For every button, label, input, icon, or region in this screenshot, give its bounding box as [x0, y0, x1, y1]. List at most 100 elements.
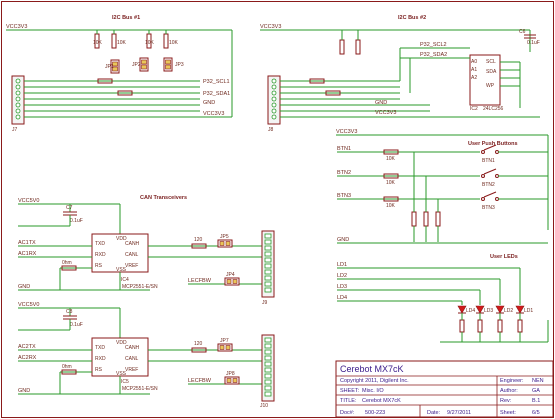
net-label-ld4: LD4 [337, 295, 347, 301]
resistor-value-label: 120 [194, 341, 203, 347]
can-chip-label: MCP2551-E/SN [122, 284, 158, 290]
connector-j10-label: J10 [260, 403, 268, 409]
net-label-lecfbw-can1: LECFBW [188, 278, 212, 284]
net-label-ac2rx: AC2RX [18, 355, 37, 361]
resistor-icon [111, 33, 117, 49]
i2c-bus-2-header: I2C Bus #2 [398, 15, 426, 21]
title-block-author-value: GA [532, 388, 540, 394]
capacitor-c8-value: 0.1uF [70, 322, 83, 328]
resistor-value-label: 10K [169, 40, 179, 46]
net-label-vcc5v0-can1: VCC5V0 [18, 198, 39, 204]
resistor-icon [355, 39, 361, 55]
j7-bus-wires [24, 30, 233, 118]
resistor-value-label: 10K [386, 203, 396, 209]
resistor-value-label: 0hm [62, 260, 72, 266]
pin-label: A0 [471, 59, 477, 65]
title-block: Cerebot MX7cK Copyright 2011, Digilent I… [335, 360, 554, 418]
can-ic-label: IC4 [121, 277, 129, 283]
eeprom-ic-label: IC2 [470, 106, 478, 112]
jumper-label: JP3 [175, 62, 184, 68]
net-label-p32-scl1: P32_SCL1 [203, 79, 230, 85]
pin-label: CANL [125, 356, 139, 362]
resistor-value-label: 10K [145, 40, 155, 46]
net-label-vcc3v3-top-left: VCC3V3 [6, 24, 27, 30]
connector-j8-label: J8 [268, 127, 274, 133]
i2c1-pullup-resistors: 10K 10K 10K 10K [93, 30, 179, 49]
net-label-p32-sda2: P32_SDA2 [420, 52, 447, 58]
net-label-vcc3v3-buttons: VCC3V3 [336, 129, 357, 135]
title-block-engineer-value: NEN [532, 378, 544, 384]
user-leds-header: User LEDs [490, 254, 518, 260]
net-label-gnd-j7: GND [203, 100, 215, 106]
net-label-ld3: LD3 [337, 284, 347, 290]
net-label-vcc3v3-j7: VCC3V3 [203, 111, 224, 117]
led-ld2 [495, 305, 505, 314]
pin-label: A2 [471, 75, 477, 81]
pin-label: WP [486, 83, 495, 89]
net-label-btn2: BTN2 [337, 170, 351, 176]
net-label-ac1rx: AC1RX [18, 251, 37, 257]
resistor-value-label: 10K [93, 40, 103, 46]
net-label-lecfbw-can2: LECFBW [188, 378, 212, 384]
button-label: BTN2 [482, 182, 495, 188]
resistor-value-label: 120 [194, 237, 203, 243]
pin-label: RXD [95, 356, 106, 362]
pin-label: VDD [116, 340, 127, 346]
pin-label: CANL [125, 252, 139, 258]
net-label-p32-scl2: P32_SCL2 [420, 42, 447, 48]
led-label: LD3 [484, 308, 493, 314]
led-ld1 [515, 305, 525, 314]
resistor-icon [459, 319, 465, 333]
button-btn3 [481, 191, 499, 201]
capacitor-c7-value: 0.1uF [70, 218, 83, 224]
i2c-bus-1-header: I2C Bus #1 [112, 15, 140, 21]
pin-label: SCL [486, 59, 496, 65]
button-label: BTN3 [482, 205, 495, 211]
jumper-label: JP7 [220, 338, 229, 344]
capacitor-c6-value: 0.1uF [527, 40, 540, 46]
user-push-buttons-section: User Push Buttons VCC3V3 BTN1 BTN2 BTN3 … [336, 129, 549, 244]
jumper-label: JP2 [132, 62, 141, 68]
pin-label: CANH [125, 241, 140, 247]
net-label-ac1tx: AC1TX [18, 240, 36, 246]
can-transceivers-section: CAN Transceivers VCC5V0 C7 0.1uF TXD RXD… [18, 195, 275, 409]
pin-label: RXD [95, 252, 106, 258]
jumper-label: JP5 [220, 234, 229, 240]
pin-label: A1 [471, 67, 477, 73]
title-block-engineer-label: Engineer: [500, 378, 524, 384]
pin-label: CANH [125, 345, 140, 351]
pin-label: TXD [95, 241, 105, 247]
resistor-icon [163, 33, 169, 49]
pin-label: VREF [125, 367, 138, 373]
resistor-icon [339, 39, 345, 55]
can-chip-label: MCP2551-E/SN [122, 386, 158, 392]
pin-label: SDA [486, 69, 497, 75]
net-label-ac2tx: AC2TX [18, 344, 36, 350]
resistor-icon [517, 319, 523, 333]
title-block-copyright: Copyright 2011, Digilent Inc. [340, 378, 409, 384]
title-block-sheetno-value: 6/5 [532, 410, 540, 416]
net-label-vcc3v3-top-right: VCC3V3 [260, 24, 281, 30]
resistor-value-label: 10K [386, 156, 396, 162]
i2c1-jumpers: JP1 JP2 JP3 [105, 57, 184, 74]
title-block-title-label: TITLE: [340, 398, 357, 404]
led-ld3 [475, 305, 485, 314]
led-label: LD2 [504, 308, 513, 314]
title-block-date-value: 9/27/2011 [447, 410, 471, 416]
net-label-vcc3v3-j8: VCC3V3 [375, 110, 396, 116]
led-ld4 [457, 305, 467, 314]
led-label: LD1 [524, 308, 533, 314]
i2c-bus-2-section: I2C Bus #2 VCC3V3 C6 0.1uF A0 A1 A2 SCL … [260, 15, 540, 133]
jumper-label: JP8 [226, 371, 235, 377]
pin-label: VREF [125, 263, 138, 269]
capacitor-c8-label: C8 [66, 309, 73, 315]
net-label-gnd-can1: GND [18, 284, 30, 290]
eeprom-chip-label: 24LC256 [483, 106, 504, 112]
can-ic-label: IC5 [121, 379, 129, 385]
jumper-label: JP1 [105, 64, 114, 70]
schematic-sheet: I2C Bus #1 VCC3V3 10K 10K 10K 10K JP1 JP… [1, 1, 554, 418]
pin-label: VDD [116, 236, 127, 242]
title-block-rev-value: B.1 [532, 398, 540, 404]
net-label-gnd-buttons: GND [337, 237, 349, 243]
capacitor-c7-label: C7 [66, 205, 73, 211]
